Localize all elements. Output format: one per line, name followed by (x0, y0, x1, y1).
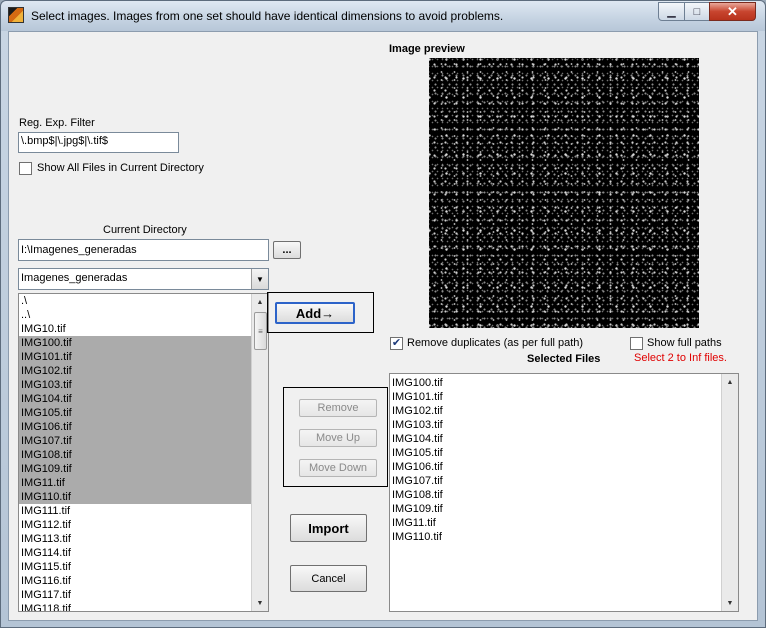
file-list-item[interactable]: IMG102.tif (19, 364, 268, 378)
file-list-item[interactable]: IMG106.tif (19, 420, 268, 434)
filter-input[interactable]: \.bmp$|\.jpg$|\.tif$ (18, 132, 179, 153)
show-full-paths-checkbox[interactable] (630, 337, 643, 350)
minimize-button[interactable]: ▁ (658, 2, 685, 21)
remove-button[interactable]: Remove (299, 399, 377, 417)
scroll-up-icon[interactable]: ▲ (252, 294, 268, 310)
show-all-files-label: Show All Files in Current Directory (37, 162, 204, 174)
remove-duplicates-label: Remove duplicates (as per full path) (407, 337, 584, 349)
file-listbox[interactable]: .\ ..\ IMG10.tif IMG100.tif IMG101.tif IMG102… (18, 293, 269, 612)
file-list-item[interactable]: IMG109.tif (19, 462, 268, 476)
file-list-item[interactable]: IMG116.tif (19, 574, 268, 588)
cancel-button[interactable]: Cancel (290, 565, 367, 592)
file-list-item[interactable]: IMG112.tif (19, 518, 268, 532)
file-list-item[interactable]: IMG10.tif (19, 322, 268, 336)
scroll-thumb[interactable]: ≡ (254, 312, 267, 350)
file-list-item[interactable]: IMG108.tif (19, 448, 268, 462)
file-list-item[interactable]: IMG107.tif (19, 434, 268, 448)
selected-file-item[interactable]: IMG109.tif (390, 502, 738, 516)
selected-file-item[interactable]: IMG11.tif (390, 516, 738, 530)
selected-file-item[interactable]: IMG110.tif (390, 530, 738, 544)
browse-button[interactable]: ... (273, 241, 301, 259)
maximize-button[interactable]: □ (684, 2, 710, 21)
file-list-item[interactable]: IMG105.tif (19, 406, 268, 420)
file-list-item[interactable]: IMG110.tif (19, 490, 268, 504)
show-full-paths-label: Show full paths (647, 337, 722, 349)
selected-file-item[interactable]: IMG108.tif (390, 488, 738, 502)
file-list-item[interactable]: IMG113.tif (19, 532, 268, 546)
selected-file-item[interactable]: IMG103.tif (390, 418, 738, 432)
remove-duplicates-checkbox[interactable]: ✔ (390, 337, 403, 350)
selected-file-item[interactable]: IMG104.tif (390, 432, 738, 446)
file-list-item[interactable]: IMG115.tif (19, 560, 268, 574)
selected-file-item[interactable]: IMG102.tif (390, 404, 738, 418)
selected-file-item[interactable]: IMG106.tif (390, 460, 738, 474)
image-preview-label: Image preview (389, 43, 465, 55)
selected-files-scrollbar[interactable]: ▲ ▼ (721, 374, 738, 611)
scroll-down-icon[interactable]: ▼ (252, 595, 268, 611)
selected-file-item[interactable]: IMG100.tif (390, 376, 738, 390)
add-button[interactable]: Add→ (275, 302, 355, 324)
close-button[interactable]: ✕ (709, 2, 756, 21)
import-button[interactable]: Import (290, 514, 367, 542)
file-list-item[interactable]: IMG118.tif (19, 602, 268, 611)
file-list-item[interactable]: IMG111.tif (19, 504, 268, 518)
dialog-window: Select images. Images from one set shoul… (0, 0, 766, 628)
file-list-item[interactable]: .\ (19, 294, 268, 308)
directory-dropdown-value: Imagenes_generadas (21, 272, 128, 284)
window-title: Select images. Images from one set shoul… (31, 9, 504, 23)
file-list-scrollbar[interactable]: ▲ ≡ ▼ (251, 294, 268, 611)
selected-files-listbox[interactable]: IMG100.tif IMG101.tif IMG102.tif IMG103.tif… (389, 373, 739, 612)
selected-file-item[interactable]: IMG105.tif (390, 446, 738, 460)
file-list-item[interactable]: IMG101.tif (19, 350, 268, 364)
filter-label: Reg. Exp. Filter (19, 117, 95, 129)
move-down-button[interactable]: Move Down (299, 459, 377, 477)
file-list-item[interactable]: ..\ (19, 308, 268, 322)
file-list-item[interactable]: IMG11.tif (19, 476, 268, 490)
selected-files-items: IMG100.tif IMG101.tif IMG102.tif IMG103.tif… (390, 374, 738, 544)
file-list-item[interactable]: IMG104.tif (19, 392, 268, 406)
scroll-down-icon[interactable]: ▼ (722, 595, 738, 611)
file-list-items: .\ ..\ IMG10.tif IMG100.tif IMG101.tif IMG102… (19, 294, 268, 611)
selected-file-item[interactable]: IMG101.tif (390, 390, 738, 404)
selection-hint: Select 2 to Inf files. (634, 352, 727, 364)
dialog-client-area: Reg. Exp. Filter \.bmp$|\.jpg$|\.tif$ Sh… (8, 31, 758, 621)
file-list-item[interactable]: IMG103.tif (19, 378, 268, 392)
directory-path-input[interactable]: I:\Imagenes_generadas (18, 239, 269, 261)
file-list-item[interactable]: IMG114.tif (19, 546, 268, 560)
move-up-button[interactable]: Move Up (299, 429, 377, 447)
file-list-item[interactable]: IMG117.tif (19, 588, 268, 602)
current-directory-label: Current Directory (103, 224, 187, 236)
directory-dropdown[interactable]: Imagenes_generadas ▼ (18, 268, 269, 290)
scroll-up-icon[interactable]: ▲ (722, 374, 738, 390)
chevron-down-icon[interactable]: ▼ (251, 269, 268, 289)
image-preview (429, 58, 699, 328)
file-list-item[interactable]: IMG100.tif (19, 336, 268, 350)
selected-files-label: Selected Files (527, 353, 601, 365)
matlab-app-icon (8, 7, 24, 23)
show-all-files-checkbox[interactable] (19, 162, 32, 175)
title-bar[interactable]: Select images. Images from one set shoul… (1, 1, 765, 31)
selected-file-item[interactable]: IMG107.tif (390, 474, 738, 488)
